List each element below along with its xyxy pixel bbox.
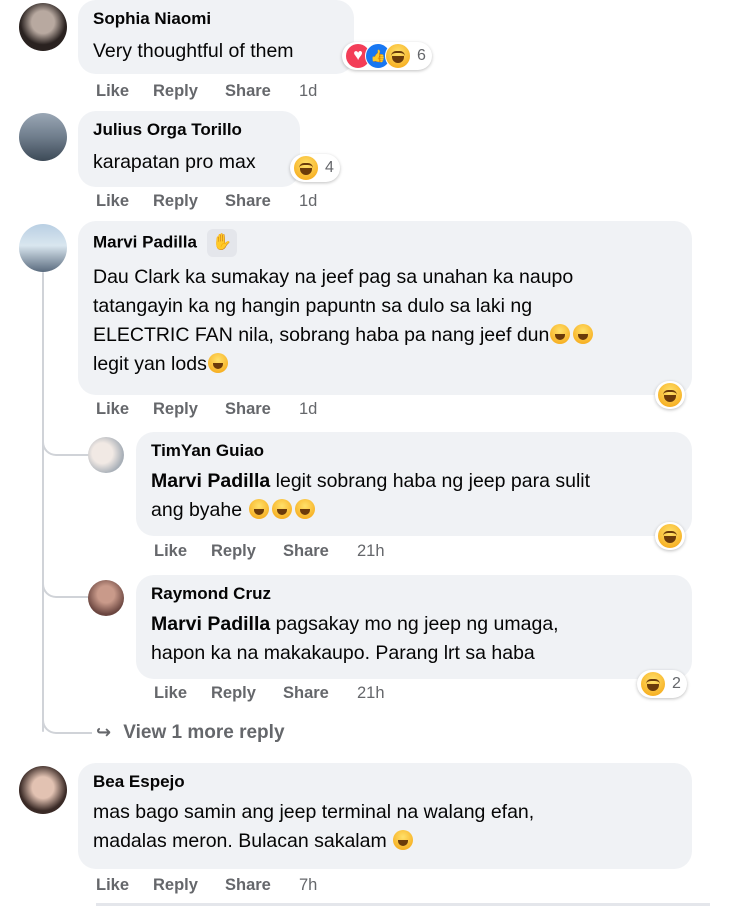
- reaction-count: 4: [325, 159, 334, 176]
- reaction-count: 6: [417, 47, 426, 64]
- avatar[interactable]: [19, 3, 67, 51]
- waving-hand-icon: ✋: [206, 229, 237, 257]
- like-button[interactable]: Like: [154, 542, 187, 561]
- mention-link[interactable]: Marvi Padilla: [151, 613, 270, 635]
- rofl-emoji-icon: [248, 499, 269, 519]
- avatar[interactable]: [19, 224, 67, 272]
- laughing-emoji-icon: [573, 324, 594, 344]
- like-button[interactable]: Like: [96, 400, 129, 419]
- comment-line: tatangayin ka ng hangin papuntn sa dulo …: [93, 295, 533, 317]
- timestamp[interactable]: 1d: [299, 400, 317, 419]
- reply-button[interactable]: Reply: [211, 684, 256, 703]
- haha-reaction-icon: [385, 43, 411, 69]
- reply-line-text: pagsakay mo ng jeep ng umaga,: [270, 613, 559, 635]
- reaction-count: 2: [672, 675, 681, 692]
- comment-author[interactable]: Sophia Niaomi: [93, 8, 340, 30]
- rofl-emoji-icon: [271, 499, 292, 519]
- reaction-summary[interactable]: 4: [290, 154, 340, 182]
- reaction-summary[interactable]: [655, 522, 685, 550]
- reply-button[interactable]: Reply: [153, 876, 198, 895]
- comment-line: madalas meron. Bulacan sakalam: [93, 827, 678, 856]
- reply-button[interactable]: Reply: [153, 400, 198, 419]
- thread-branch: [42, 716, 92, 734]
- reply-arrow-icon: ↪: [96, 722, 112, 742]
- avatar[interactable]: [19, 113, 67, 161]
- comment-text: Dau Clark ka sumakay na jeef pag sa unah…: [93, 263, 678, 379]
- laughing-emoji-icon: [550, 324, 571, 344]
- comment-line: Dau Clark ka sumakay na jeef pag sa unah…: [93, 266, 574, 288]
- reply-line: Marvi Padilla legit sobrang haba ng jeep…: [151, 467, 678, 496]
- comment-line: mas bago samin ang jeep terminal na wala…: [93, 801, 535, 823]
- mention-link[interactable]: Marvi Padilla: [151, 470, 270, 492]
- reaction-summary[interactable]: [655, 381, 685, 409]
- reaction-summary[interactable]: 6: [342, 42, 432, 70]
- comment-line: ELECTRIC FAN nila, sobrang haba pa nang …: [93, 321, 678, 350]
- laughing-emoji-icon: [207, 353, 228, 373]
- share-button[interactable]: Share: [283, 542, 329, 561]
- comment-line: legit yan lods: [93, 350, 678, 379]
- reply-button[interactable]: Reply: [211, 542, 256, 561]
- reply-line: hapon ka na makakaupo. Parang lrt sa hab…: [151, 642, 535, 664]
- comment-line-text: legit yan lods: [93, 353, 207, 375]
- reply-author[interactable]: TimYan Guiao: [151, 440, 678, 462]
- thread-branch: [42, 582, 92, 598]
- avatar[interactable]: [19, 766, 67, 814]
- reply-text: Marvi Padilla pagsakay mo ng jeep ng uma…: [151, 610, 678, 668]
- haha-reaction-icon: [640, 671, 666, 697]
- share-button[interactable]: Share: [225, 82, 271, 101]
- comment-author: Marvi Padilla ✋: [93, 229, 678, 257]
- rofl-emoji-icon: [294, 499, 315, 519]
- like-button[interactable]: Like: [154, 684, 187, 703]
- haha-reaction-icon: [293, 155, 319, 181]
- view-more-replies-link[interactable]: ↪ View 1 more reply: [96, 722, 285, 744]
- comment-author-link[interactable]: Marvi Padilla: [93, 232, 197, 251]
- like-button[interactable]: Like: [96, 192, 129, 211]
- rofl-emoji-icon: [392, 830, 413, 850]
- timestamp[interactable]: 21h: [357, 542, 385, 561]
- reply-bubble: TimYan Guiao Marvi Padilla legit sobrang…: [136, 432, 692, 536]
- like-button[interactable]: Like: [96, 876, 129, 895]
- divider: [96, 903, 710, 906]
- comment-text: karapatan pro max: [93, 151, 256, 173]
- comment-line-text: madalas meron. Bulacan sakalam: [93, 830, 387, 852]
- comment-text: mas bago samin ang jeep terminal na wala…: [93, 798, 678, 856]
- comment-author[interactable]: Julius Orga Torillo: [93, 119, 286, 141]
- comment-text: Very thoughtful of them: [93, 40, 294, 62]
- reply-button[interactable]: Reply: [153, 192, 198, 211]
- share-button[interactable]: Share: [225, 192, 271, 211]
- like-button[interactable]: Like: [96, 82, 129, 101]
- reply-text: Marvi Padilla legit sobrang haba ng jeep…: [151, 467, 678, 525]
- comment-line-text: ELECTRIC FAN nila, sobrang haba pa nang …: [93, 324, 550, 346]
- reply-line: Marvi Padilla pagsakay mo ng jeep ng uma…: [151, 610, 678, 639]
- comment-author[interactable]: Bea Espejo: [93, 771, 678, 793]
- avatar[interactable]: [88, 580, 124, 616]
- thread-line: [42, 272, 44, 732]
- reply-line-text: ang byahe: [151, 499, 248, 521]
- share-button[interactable]: Share: [225, 876, 271, 895]
- reply-line-text: legit sobrang haba ng jeep para sulit: [270, 470, 591, 492]
- timestamp[interactable]: 1d: [299, 192, 317, 211]
- comment-bubble: Julius Orga Torillo karapatan pro max: [78, 111, 300, 187]
- timestamp[interactable]: 1d: [299, 82, 317, 101]
- share-button[interactable]: Share: [225, 400, 271, 419]
- timestamp[interactable]: 21h: [357, 684, 385, 703]
- reply-author[interactable]: Raymond Cruz: [151, 583, 678, 605]
- avatar[interactable]: [88, 437, 124, 473]
- view-more-label: View 1 more reply: [123, 722, 285, 743]
- reply-button[interactable]: Reply: [153, 82, 198, 101]
- share-button[interactable]: Share: [283, 684, 329, 703]
- haha-reaction-icon: [657, 523, 683, 549]
- comment-bubble: Sophia Niaomi Very thoughtful of them: [78, 0, 354, 74]
- reply-line: ang byahe: [151, 496, 678, 525]
- haha-reaction-icon: [657, 382, 683, 408]
- comment-bubble: Marvi Padilla ✋ Dau Clark ka sumakay na j…: [78, 221, 692, 395]
- comment-bubble: Bea Espejo mas bago samin ang jeep termi…: [78, 763, 692, 869]
- reaction-summary[interactable]: 2: [637, 670, 687, 698]
- thread-branch: [42, 440, 92, 456]
- timestamp[interactable]: 7h: [299, 876, 317, 895]
- reply-bubble: Raymond Cruz Marvi Padilla pagsakay mo n…: [136, 575, 692, 679]
